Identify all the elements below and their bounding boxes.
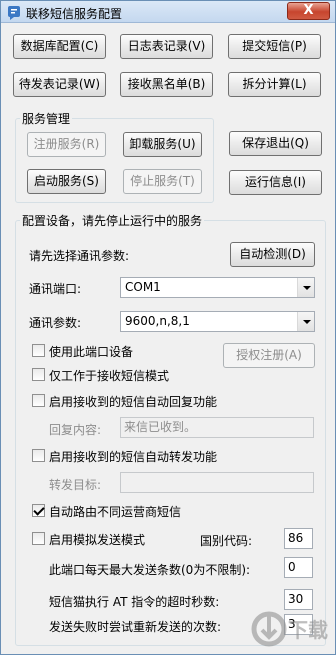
download-site-watermark: 下载 — [251, 611, 328, 647]
country-code-input[interactable]: 86 — [284, 528, 313, 549]
uninstall-service-button[interactable]: 卸载服务(U) — [123, 132, 202, 157]
run-info-button[interactable]: 运行信息(I) — [229, 170, 322, 195]
forward-target-label: 转发目标: — [49, 478, 102, 492]
max-daily-label: 此端口每天最大发送条数(0为不限制): — [49, 563, 251, 577]
receive-only-checkbox[interactable] — [32, 368, 45, 381]
log-records-button[interactable]: 日志表记录(V) — [120, 34, 213, 59]
reply-content-input[interactable]: 来信已收到。 — [120, 417, 314, 438]
stop-service-button[interactable]: 停止服务(T) — [123, 169, 202, 194]
simulate-send-label[interactable]: 启用模拟发送模式 — [49, 531, 145, 548]
database-config-button[interactable]: 数据库配置(C) — [13, 34, 106, 59]
port-select[interactable]: COM1 — [120, 277, 315, 298]
auto-route-checkbox[interactable] — [32, 504, 45, 517]
simulate-send-checkbox[interactable] — [32, 532, 45, 545]
use-port-device-checkbox[interactable] — [32, 344, 45, 357]
retry-label: 发送失败时尝试重新发送的次数: — [49, 620, 222, 634]
auto-forward-checkbox[interactable] — [32, 449, 45, 462]
window-title: 联移短信服务配置 — [26, 7, 123, 21]
submit-sms-button[interactable]: 提交短信(P) — [228, 34, 321, 59]
blacklist-button[interactable]: 接收黑名单(B) — [120, 72, 213, 97]
config-window: 联移短信服务配置 X 数据库配置(C) 日志表记录(V) 提交短信(P) 待发表… — [0, 0, 336, 655]
auto-detect-button[interactable]: 自动检测(D) — [230, 242, 315, 267]
country-code-label: 国别代码: — [200, 534, 253, 548]
auto-reply-checkbox[interactable] — [32, 394, 45, 407]
chevron-down-icon[interactable] — [297, 278, 314, 297]
service-management-legend: 服务管理 — [20, 110, 73, 127]
save-exit-button[interactable]: 保存退出(Q) — [229, 131, 322, 156]
start-service-button[interactable]: 启动服务(S) — [27, 169, 106, 194]
select-params-label: 请先选择通讯参数: — [29, 249, 130, 263]
forward-target-input[interactable] — [120, 472, 314, 493]
auto-route-label[interactable]: 自动路由不同运营商短信 — [49, 503, 181, 520]
params-select[interactable]: 9600,n,8,1 — [120, 311, 315, 332]
split-calc-button[interactable]: 拆分计算(L) — [228, 72, 321, 97]
pending-records-button[interactable]: 待发表记录(W) — [13, 72, 106, 97]
reply-content-label: 回复内容: — [49, 423, 102, 437]
title-bar[interactable]: 联移短信服务配置 X — [1, 1, 335, 23]
authorize-button[interactable]: 授权注册(A) — [223, 343, 315, 368]
timeout-label: 短信猫执行 AT 指令的超时秒数: — [49, 595, 220, 609]
watermark-text: 下载 — [288, 618, 328, 642]
receive-only-label[interactable]: 仅工作于接收短信模式 — [49, 367, 169, 384]
register-service-button[interactable]: 注册服务(R) — [27, 132, 106, 157]
max-daily-input[interactable]: 0 — [284, 557, 313, 578]
params-label: 通讯参数: — [29, 316, 82, 330]
app-icon — [8, 6, 20, 20]
close-button[interactable]: X — [287, 2, 330, 20]
params-select-value: 9600,n,8,1 — [125, 314, 190, 328]
auto-reply-label[interactable]: 启用接收到的短信自动回复功能 — [49, 393, 217, 410]
port-label: 通讯端口: — [29, 282, 82, 296]
device-config-legend: 配置设备，请先停止运行中的服务 — [20, 212, 205, 229]
use-port-device-label[interactable]: 使用此端口设备 — [49, 343, 133, 360]
port-select-value: COM1 — [125, 280, 161, 294]
auto-forward-label[interactable]: 启用接收到的短信自动转发功能 — [49, 448, 217, 465]
chevron-down-icon[interactable] — [297, 312, 314, 331]
